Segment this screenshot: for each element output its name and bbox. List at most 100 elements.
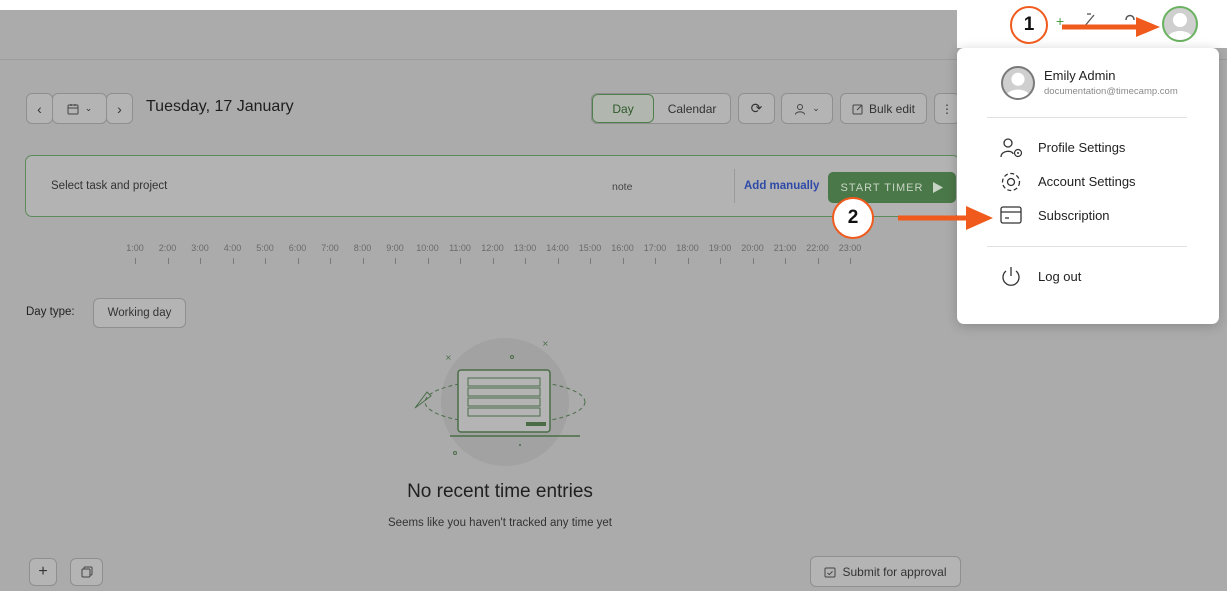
hour-label: 3:00 (191, 243, 209, 253)
day-type-button[interactable]: Working day (93, 298, 186, 328)
chevron-down-icon: ⌄ (84, 103, 93, 113)
duplicate-button[interactable] (70, 558, 103, 586)
hour-label: 1:00 (126, 243, 144, 253)
hours-timeline: 1:00 2:00 3:00 4:00 5:00 6:00 7:00 8:00 9:00 10:0… (122, 243, 882, 267)
profile-settings-icon (1000, 138, 1023, 158)
hour-label: 6:00 (288, 243, 307, 253)
start-timer-label: START TIMER (840, 181, 924, 194)
hour-label: 22:00 (806, 243, 829, 253)
plus-icon: + (38, 563, 48, 580)
date-picker-button[interactable]: ⌄ (52, 93, 107, 124)
hour-tick (720, 258, 721, 264)
view-switcher: Day Calendar (591, 93, 731, 124)
empty-state-title: No recent time entries (407, 481, 593, 502)
task-project-selector[interactable]: Select task and project (51, 180, 167, 192)
hour-label: 14:00 (546, 243, 569, 253)
avatar-icon (1005, 72, 1031, 98)
hour-tick (200, 258, 201, 264)
copy-icon (81, 566, 92, 578)
divider (734, 169, 735, 203)
prev-day-button[interactable]: ‹ (26, 93, 53, 124)
hour-label: 11:00 (449, 243, 471, 253)
note-input[interactable]: note (612, 181, 632, 193)
menu-item-logout[interactable]: Log out (987, 265, 1207, 289)
tab-day[interactable]: Day (592, 94, 655, 123)
logout-label: Log out (1038, 269, 1082, 284)
profile-settings-label: Profile Settings (1038, 140, 1126, 155)
credit-card-icon (1000, 206, 1022, 224)
hour-tick (655, 258, 656, 264)
add-manually-link[interactable]: Add manually (744, 180, 819, 192)
next-day-button[interactable]: › (106, 93, 133, 124)
empty-state-illustration: × × (414, 338, 586, 466)
step-2-badge: 2 (832, 197, 874, 239)
menu-item-account-settings[interactable]: Account Settings (987, 170, 1207, 194)
hour-tick (265, 258, 266, 264)
menu-divider (987, 117, 1187, 118)
hour-label: 18:00 (676, 243, 699, 253)
submit-label: Submit for approval (842, 564, 947, 579)
hour-tick (752, 258, 754, 264)
hour-tick (427, 258, 429, 264)
hour-tick (395, 258, 396, 264)
submit-for-approval-button[interactable]: Submit for approval (810, 556, 961, 587)
menu-divider (987, 246, 1187, 247)
refresh-button[interactable]: ⟳ (738, 93, 775, 124)
menu-item-subscription[interactable]: Subscription (987, 204, 1207, 228)
user-avatar-button[interactable] (1162, 6, 1198, 42)
hour-label: 7:00 (321, 243, 339, 253)
edit-icon (852, 104, 863, 114)
avatar-icon (1167, 13, 1193, 40)
chevron-left-icon: ‹ (37, 100, 42, 117)
day-type-label: Day type: (26, 306, 75, 318)
hour-label: 13:00 (513, 243, 537, 253)
bulk-edit-label: Bulk edit (868, 101, 916, 116)
chevron-right-icon: › (117, 100, 122, 117)
hour-tick (622, 258, 624, 264)
current-date: Tuesday, 17 January (146, 98, 294, 115)
play-icon (933, 182, 944, 193)
hour-label: 4:00 (223, 243, 242, 253)
dropdown-avatar (1001, 66, 1035, 100)
hour-tick (817, 258, 819, 264)
step-2-arrow (898, 206, 993, 230)
hour-tick (687, 258, 689, 264)
hour-tick (330, 258, 331, 264)
user-menu-dropdown: Emily Admin documentation@timecamp.com P… (957, 48, 1219, 324)
hour-tick (167, 258, 169, 264)
hour-label: 12:00 (481, 243, 504, 253)
user-icon (795, 103, 806, 115)
hour-label: 15:00 (578, 243, 602, 253)
hour-tick (492, 258, 494, 264)
hour-tick (232, 258, 234, 264)
more-vertical-icon: ⋮ (941, 101, 953, 116)
hour-label: 10:00 (416, 243, 439, 253)
add-entry-button[interactable]: + (29, 558, 57, 586)
hour-tick (590, 258, 591, 264)
hour-tick (557, 258, 559, 264)
hour-tick (525, 258, 526, 264)
svg-text:×: × (445, 353, 452, 362)
calendar-check-icon (824, 567, 836, 577)
svg-text:×: × (542, 339, 549, 348)
gear-icon (1001, 172, 1021, 192)
hour-label: 17:00 (643, 243, 667, 253)
empty-state-subtitle: Seems like you haven't tracked any time … (388, 517, 612, 529)
menu-item-profile-settings[interactable]: Profile Settings (987, 136, 1207, 160)
subscription-label: Subscription (1038, 208, 1110, 223)
step-1-badge: 1 (1010, 6, 1048, 44)
user-email: documentation@timecamp.com (1044, 86, 1178, 97)
hour-tick (362, 258, 364, 264)
refresh-icon: ⟳ (750, 100, 763, 116)
user-filter-button[interactable]: ⌄ (781, 93, 833, 124)
hour-label: 9:00 (386, 243, 404, 253)
hour-label: 23:00 (838, 243, 862, 253)
account-settings-label: Account Settings (1038, 174, 1136, 189)
hour-label: 21:00 (773, 243, 797, 253)
bulk-edit-button[interactable]: Bulk edit (840, 93, 927, 124)
hour-label: 8:00 (353, 243, 372, 253)
top-strip (0, 0, 960, 10)
hour-label: 5:00 (256, 243, 274, 253)
tab-calendar[interactable]: Calendar (654, 94, 730, 123)
hour-label: 19:00 (708, 243, 732, 253)
